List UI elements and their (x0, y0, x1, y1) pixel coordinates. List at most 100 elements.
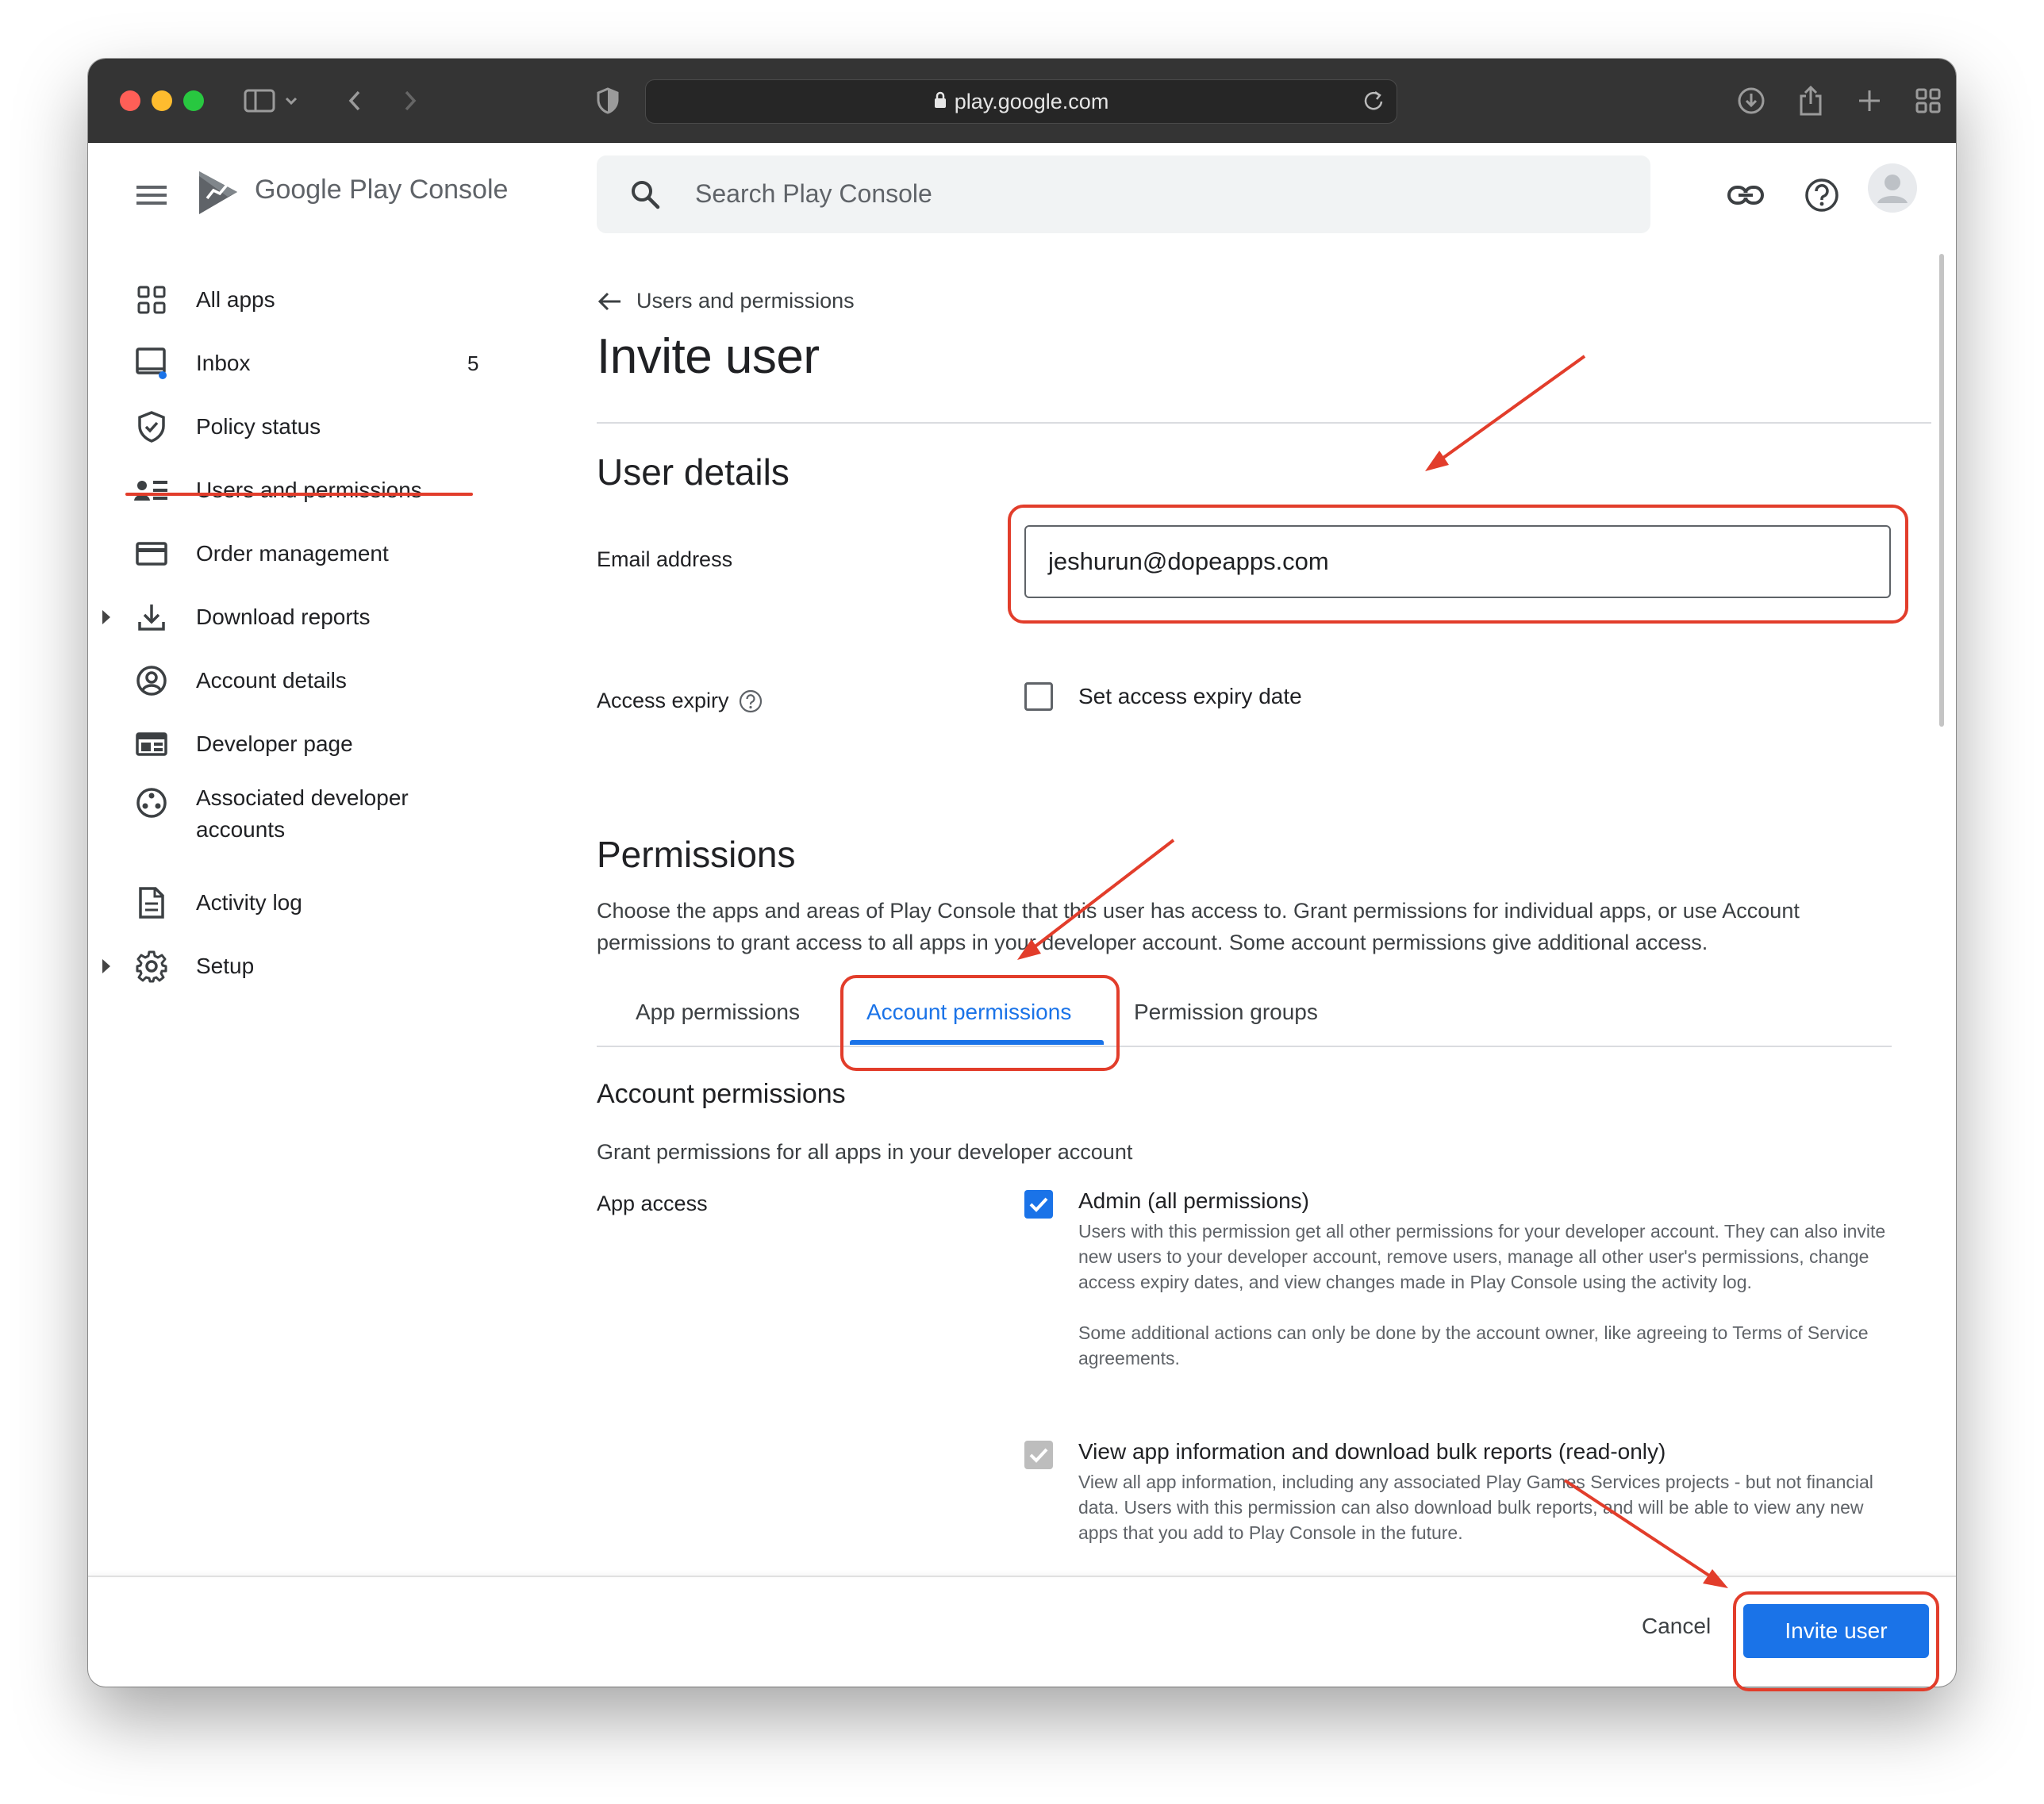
checkmark-icon (1029, 1197, 1048, 1212)
permissions-description-line1: Choose the apps and areas of Play Consol… (597, 899, 1800, 923)
view-app-info-checkbox (1024, 1441, 1053, 1469)
back-link[interactable]: Users and permissions (597, 289, 855, 313)
sidebar-item-policy-status[interactable]: Policy status (88, 401, 532, 452)
brand-console: Console (409, 175, 509, 205)
sidebar-item-label: Inbox (196, 351, 251, 375)
chevron-down-icon[interactable] (279, 83, 303, 119)
brand-google-play: Google Play (255, 175, 402, 205)
sidebar-item-inbox[interactable]: Inbox 5 (88, 338, 532, 389)
sidebar-item-setup[interactable]: Setup (88, 941, 532, 992)
view-app-info-description: View all app information, including any … (1078, 1472, 1873, 1543)
account-avatar[interactable] (1868, 163, 1917, 213)
sidebar-item-developer-page[interactable]: Developer page (88, 719, 532, 770)
checkmark-icon (1029, 1448, 1048, 1463)
account-circle-icon (134, 663, 169, 698)
admin-description: Users with this permission get all other… (1078, 1221, 1886, 1292)
users-icon (134, 473, 169, 508)
email-annotation-box (1008, 505, 1908, 624)
back-arrow-icon[interactable] (336, 83, 373, 119)
help-circle-icon[interactable] (739, 689, 763, 713)
admin-label: Admin (all permissions) (1078, 1188, 1309, 1213)
link-icon[interactable] (1727, 176, 1765, 214)
sidebar-toggle-icon[interactable] (241, 83, 278, 119)
web-page-icon (134, 727, 169, 762)
page-title: Invite user (597, 329, 820, 384)
sidebar-item-label: All apps (196, 287, 275, 312)
sidebar-item-label: Associated developer (196, 785, 409, 810)
expand-caret-icon[interactable] (102, 610, 110, 624)
sidebar-item-label: Account details (196, 668, 347, 693)
close-window-button[interactable] (120, 90, 140, 111)
account-permissions-heading: Account permissions (597, 1079, 846, 1109)
tab-overview-icon[interactable] (1910, 83, 1946, 119)
tabs-divider (597, 1046, 1892, 1047)
product-name[interactable]: Google Play Console (255, 175, 508, 205)
reload-icon[interactable] (1362, 88, 1385, 119)
shield-icon (134, 409, 169, 444)
user-details-heading: User details (597, 451, 790, 493)
app-access-label: App access (597, 1192, 708, 1215)
url-text: play.google.com (954, 89, 1109, 113)
privacy-shield-icon[interactable] (590, 83, 626, 119)
sidebar-item-activity-log[interactable]: Activity log (88, 877, 532, 928)
document-icon (134, 885, 169, 920)
sidebar-item-label: Order management (196, 541, 389, 566)
account-permissions-description: Grant permissions for all apps in your d… (597, 1140, 1133, 1164)
permissions-heading: Permissions (597, 834, 796, 875)
view-app-info-label: View app information and download bulk r… (1078, 1439, 1666, 1464)
sidebar-item-users-and-permissions[interactable]: Users and permissions (88, 465, 532, 516)
forward-arrow-icon[interactable] (392, 83, 428, 119)
invite-annotation-box (1733, 1591, 1939, 1691)
sidebar-item-label: Activity log (196, 890, 302, 915)
gear-icon (134, 949, 169, 984)
scrollbar[interactable] (1939, 254, 1944, 727)
sidebar-item-label: Policy status (196, 414, 321, 439)
tab-annotation-box (840, 975, 1120, 1071)
search-icon (628, 178, 662, 211)
admin-checkbox[interactable] (1024, 1190, 1053, 1219)
menu-icon[interactable] (136, 179, 167, 211)
download-icon (134, 600, 169, 635)
new-tab-icon[interactable] (1851, 83, 1888, 119)
associated-accounts-icon (134, 785, 169, 820)
admin-description-note: Some additional actions can only be done… (1078, 1322, 1869, 1368)
cancel-button[interactable]: Cancel (1642, 1614, 1711, 1639)
sidebar-item-download-reports[interactable]: Download reports (88, 592, 532, 643)
search-input[interactable]: Search Play Console (695, 179, 932, 209)
sidebar-item-all-apps[interactable]: All apps (88, 274, 532, 325)
footer-divider (88, 1576, 1956, 1577)
access-expiry-checkbox[interactable] (1024, 682, 1053, 711)
sidebar-item-account-details[interactable]: Account details (88, 655, 532, 706)
title-divider (597, 422, 1931, 424)
downloads-icon[interactable] (1733, 83, 1769, 119)
tab-permission-groups[interactable]: Permission groups (1134, 1000, 1318, 1025)
sidebar-item-label: Developer page (196, 731, 353, 756)
share-icon[interactable] (1792, 83, 1829, 119)
permissions-description-line2: permissions to grant access to all apps … (597, 931, 1708, 954)
sidebar-item-associated-developer-accounts[interactable]: Associated developer accounts (88, 782, 532, 865)
play-console-logo (196, 168, 240, 217)
sidebar-item-order-management[interactable]: Order management (88, 528, 532, 579)
search-bar[interactable]: Search Play Console (597, 155, 1650, 233)
help-icon[interactable] (1803, 176, 1841, 214)
maximize-window-button[interactable] (183, 90, 204, 111)
email-label: Email address (597, 547, 733, 571)
minimize-window-button[interactable] (152, 90, 172, 111)
sidebar-item-label-line2: accounts (196, 817, 286, 842)
sidebar-item-label: Setup (196, 954, 255, 978)
expand-caret-icon[interactable] (102, 959, 110, 973)
back-link-label: Users and permissions (636, 289, 855, 313)
address-bar[interactable]: play.google.com (645, 79, 1397, 124)
sidebar-item-label: Users and permissions (196, 478, 422, 502)
access-expiry-label: Access expiry (597, 689, 729, 712)
active-nav-annotation-underline (125, 493, 473, 496)
tab-app-permissions[interactable]: App permissions (636, 1000, 800, 1025)
credit-card-icon (134, 536, 169, 571)
inbox-icon (134, 346, 169, 381)
browser-titlebar: play.google.com (88, 59, 1956, 143)
sidebar-item-label: Download reports (196, 605, 371, 629)
grid-icon (134, 282, 169, 317)
inbox-count-badge: 5 (467, 351, 479, 375)
browser-window: play.google.com Google Play Console Sear… (88, 59, 1956, 1687)
lock-icon (934, 90, 947, 114)
